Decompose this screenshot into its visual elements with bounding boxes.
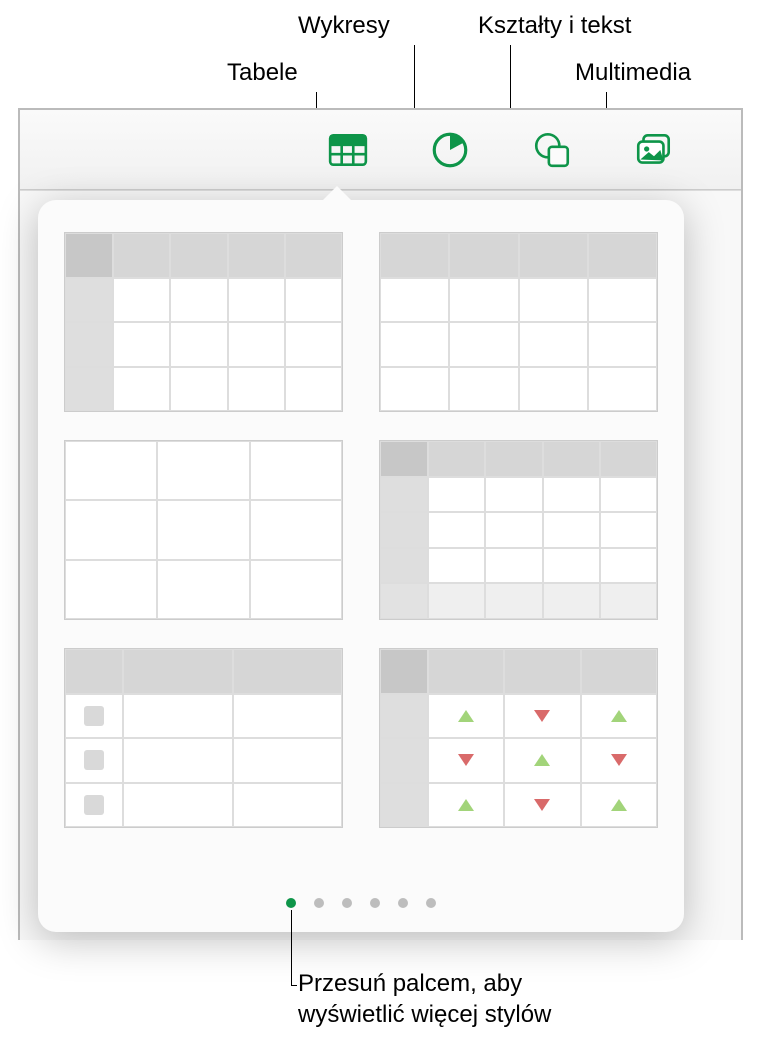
table-style-2[interactable]: [379, 232, 658, 412]
chart-icon: [429, 129, 471, 171]
checkbox-icon: [84, 706, 104, 726]
shapes-button[interactable]: [531, 129, 573, 171]
callout-shapes: Kształty i tekst: [478, 12, 631, 40]
media-icon: [633, 129, 675, 171]
triangle-up-icon: [611, 710, 627, 722]
triangle-down-icon: [534, 799, 550, 811]
leader-line: [291, 910, 292, 985]
triangle-down-icon: [458, 754, 474, 766]
triangle-up-icon: [611, 799, 627, 811]
table-icon: [327, 129, 369, 171]
page-dot-4[interactable]: [370, 898, 380, 908]
toolbar: [20, 110, 741, 190]
table-style-3[interactable]: [64, 440, 343, 620]
triangle-up-icon: [458, 799, 474, 811]
leader-line: [291, 985, 297, 986]
page-dot-5[interactable]: [398, 898, 408, 908]
triangle-down-icon: [534, 710, 550, 722]
page-dot-6[interactable]: [426, 898, 436, 908]
shapes-icon: [531, 129, 573, 171]
callout-media: Multimedia: [575, 59, 691, 87]
tables-popover: [38, 200, 684, 932]
table-style-1[interactable]: [64, 232, 343, 412]
leader-line: [510, 45, 511, 117]
triangle-down-icon: [611, 754, 627, 766]
page-dot-1[interactable]: [286, 898, 296, 908]
table-styles-grid: [38, 200, 684, 838]
tables-button[interactable]: [327, 129, 369, 171]
table-style-6[interactable]: [379, 648, 658, 828]
callout-swipe: Przesuń palcem, abywyświetlić więcej sty…: [298, 968, 551, 1030]
triangle-up-icon: [458, 710, 474, 722]
page-dot-3[interactable]: [342, 898, 352, 908]
media-button[interactable]: [633, 129, 675, 171]
checkbox-icon: [84, 750, 104, 770]
popover-arrow: [321, 186, 353, 202]
callout-tables: Tabele: [227, 59, 298, 87]
table-style-4[interactable]: [379, 440, 658, 620]
checkbox-icon: [84, 795, 104, 815]
page-indicator[interactable]: [38, 898, 684, 908]
triangle-up-icon: [534, 754, 550, 766]
charts-button[interactable]: [429, 129, 471, 171]
callout-charts: Wykresy: [298, 12, 390, 40]
page-dot-2[interactable]: [314, 898, 324, 908]
table-style-5[interactable]: [64, 648, 343, 828]
leader-line: [414, 45, 415, 117]
